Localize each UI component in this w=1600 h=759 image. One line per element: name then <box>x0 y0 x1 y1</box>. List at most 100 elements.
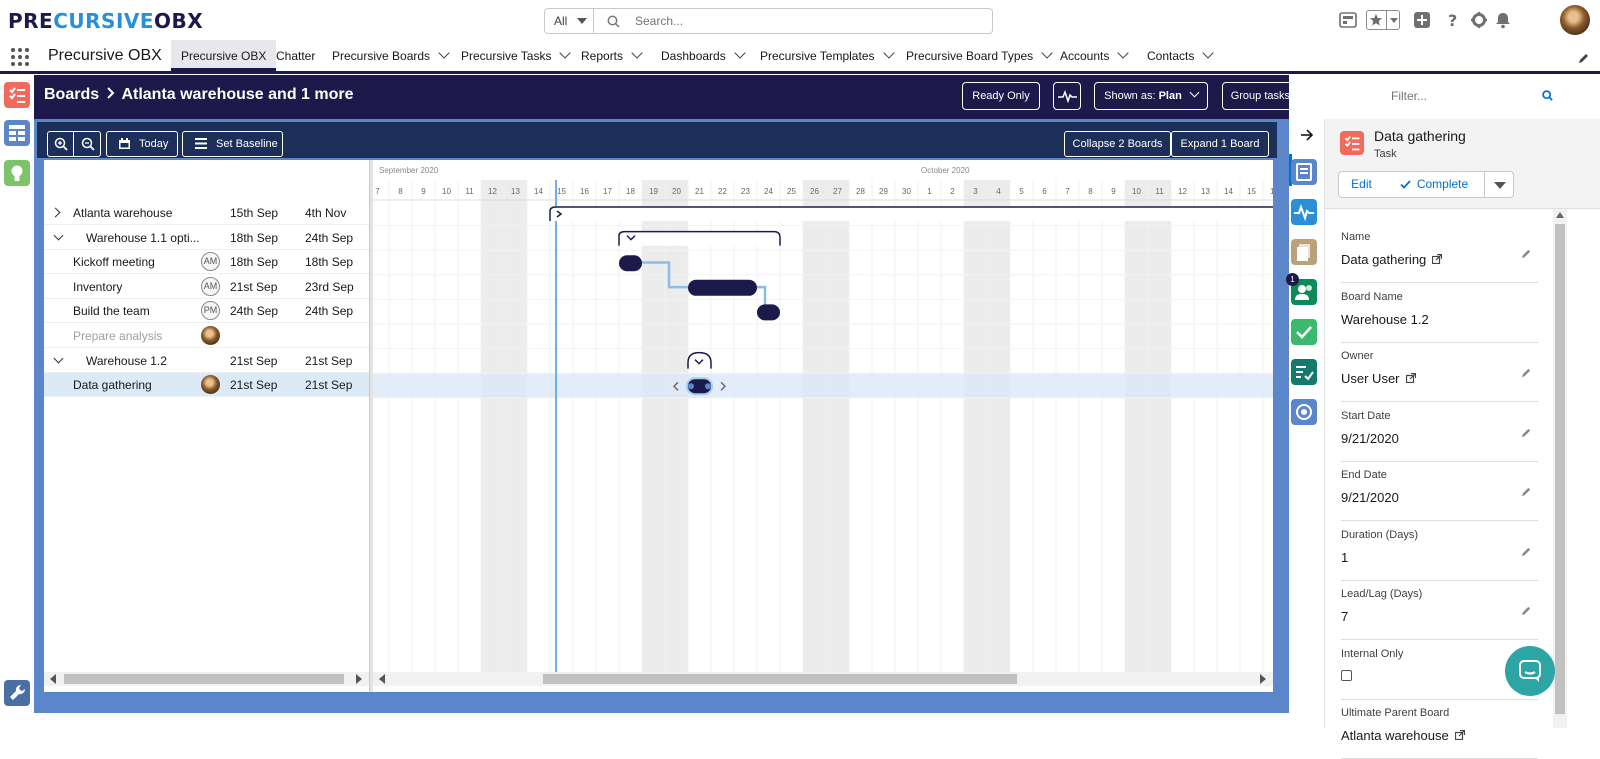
resize-handle-right[interactable] <box>705 383 711 390</box>
field-value[interactable]: Atlanta warehouse <box>1341 728 1465 743</box>
task-row[interactable]: Warehouse 1.2 21st Sep 21st Sep <box>44 349 369 373</box>
edit-pencil-icon[interactable] <box>1521 248 1532 259</box>
dependencies-tab-icon[interactable] <box>1291 359 1317 385</box>
edit-pencil-icon[interactable] <box>1521 367 1532 378</box>
task-row[interactable]: Atlanta warehouse 15th Sep 4th Nov <box>44 201 369 225</box>
details-tab-icon[interactable] <box>1291 159 1317 185</box>
edit-button[interactable]: Edit <box>1338 171 1385 198</box>
shown-as-dropdown[interactable]: Shown as: Plan <box>1094 82 1208 110</box>
nav-tab-chatter[interactable]: Chatter <box>266 40 325 71</box>
today-button[interactable]: Today <box>106 131 178 157</box>
field-value[interactable]: User User <box>1341 371 1416 386</box>
search-scope-select[interactable]: All <box>545 9 594 33</box>
activity-button[interactable] <box>1053 82 1081 110</box>
task-row[interactable]: Prepare analysis <box>44 324 369 348</box>
chevron-down-icon[interactable] <box>1202 47 1215 59</box>
task-list-icon[interactable] <box>4 82 30 108</box>
summary-bar[interactable] <box>549 206 1273 221</box>
external-link-icon[interactable] <box>1405 372 1416 384</box>
help-icon[interactable]: ? <box>1443 10 1463 30</box>
edit-pencil-icon[interactable] <box>1521 486 1532 497</box>
edit-pencil-icon[interactable] <box>1521 427 1532 438</box>
lightbulb-icon[interactable] <box>4 160 30 186</box>
favorites-button[interactable] <box>1366 10 1400 30</box>
nav-tab-precursive-tasks[interactable]: Precursive Tasks <box>451 40 579 71</box>
set-baseline-button[interactable]: Set Baseline <box>182 131 283 157</box>
chevron-down-icon[interactable] <box>1117 47 1130 59</box>
filter-input[interactable]: Filter... <box>1378 82 1563 110</box>
user-avatar[interactable] <box>1560 5 1590 35</box>
nav-tab-precursive-obx[interactable]: Precursive OBX <box>171 40 277 71</box>
chevron-down-icon[interactable] <box>631 47 643 59</box>
documents-tab-icon[interactable] <box>1291 239 1317 265</box>
group-tasks-dropdown[interactable]: Group tasks by: None <box>1222 82 1363 110</box>
chevron-right-icon[interactable] <box>50 207 61 218</box>
task-row[interactable]: Data gathering 21st Sep 21st Sep <box>44 373 369 398</box>
app-launcher-grid-icon[interactable] <box>1338 10 1358 30</box>
field-value[interactable]: Data gathering <box>1341 252 1443 267</box>
external-link-icon[interactable] <box>1432 253 1443 265</box>
nav-tab-accounts[interactable]: Accounts <box>1050 40 1137 71</box>
task-row[interactable]: Inventory AM 21st Sep 23rd Sep <box>44 275 369 299</box>
nav-tab-precursive-boards[interactable]: Precursive Boards <box>322 40 458 71</box>
summary-bar[interactable] <box>618 230 781 246</box>
task-bar[interactable] <box>688 279 757 296</box>
edit-pencil-icon[interactable] <box>1521 605 1532 616</box>
scroll-right-arrow-icon[interactable] <box>356 674 362 684</box>
app-launcher-icon[interactable] <box>10 47 30 67</box>
task-bar[interactable] <box>757 304 780 321</box>
task-row[interactable]: Kickoff meeting AM 18th Sep 18th Sep <box>44 250 369 275</box>
chat-launcher-button[interactable] <box>1505 646 1555 696</box>
nav-tab-contacts[interactable]: Contacts <box>1137 40 1222 71</box>
global-search[interactable]: All Search... <box>544 8 993 34</box>
activity-tab-icon[interactable] <box>1291 199 1317 225</box>
internal-only-checkbox[interactable] <box>1341 669 1352 681</box>
summary-bar[interactable] <box>687 351 712 369</box>
checklist-tab-icon[interactable] <box>1291 319 1317 345</box>
complete-button[interactable]: Complete <box>1384 171 1485 198</box>
bell-icon[interactable] <box>1493 10 1513 30</box>
zoom-out-button[interactable] <box>75 132 101 156</box>
task-bar[interactable] <box>619 255 642 272</box>
more-actions-dropdown[interactable] <box>1484 171 1514 198</box>
nav-tab-precursive-board-types[interactable]: Precursive Board Types <box>896 40 1061 71</box>
timeline-tab-icon[interactable] <box>1291 399 1317 425</box>
scroll-right-arrow-icon[interactable] <box>1260 674 1266 684</box>
ready-only-button[interactable]: Ready Only <box>962 82 1040 110</box>
nav-tab-precursive-templates[interactable]: Precursive Templates <box>750 40 903 71</box>
grid-horizontal-scrollbar[interactable] <box>44 672 369 686</box>
search-input[interactable]: Search... <box>635 9 683 33</box>
chevron-down-icon[interactable] <box>734 47 746 59</box>
chevron-down-icon[interactable] <box>559 47 572 59</box>
app-logo[interactable]: PRECURSIVEOBX <box>8 9 203 33</box>
add-icon[interactable] <box>1412 10 1432 30</box>
board-grid-icon[interactable] <box>4 120 30 146</box>
collapse-boards-button[interactable]: Collapse 2 Boards <box>1064 131 1171 157</box>
chevron-down-icon[interactable] <box>53 353 64 364</box>
collapse-panel-arrow-icon[interactable] <box>1300 129 1314 141</box>
scrollbar-thumb[interactable] <box>1555 224 1565 714</box>
nav-tab-reports[interactable]: Reports <box>571 40 651 71</box>
chart-horizontal-scrollbar[interactable] <box>373 672 1273 686</box>
task-row[interactable]: Warehouse 1.1 opti... 18th Sep 24th Sep <box>44 226 369 250</box>
scroll-left-arrow-icon[interactable] <box>379 674 385 684</box>
resize-handle-left[interactable] <box>688 383 694 390</box>
chevron-down-icon[interactable] <box>882 47 895 59</box>
wrench-icon[interactable] <box>4 680 30 706</box>
chevron-down-icon[interactable] <box>53 230 64 241</box>
detail-vertical-scrollbar[interactable] <box>1553 209 1567 728</box>
gear-icon[interactable] <box>1469 10 1489 30</box>
chevron-down-icon[interactable] <box>438 47 450 59</box>
scrollbar-thumb[interactable] <box>543 674 1017 684</box>
scrollbar-thumb[interactable] <box>64 674 344 684</box>
scroll-up-arrow-icon[interactable] <box>1556 212 1564 218</box>
zoom-in-button[interactable] <box>48 132 74 156</box>
scroll-left-arrow-icon[interactable] <box>50 674 56 684</box>
nav-tab-dashboards[interactable]: Dashboards <box>651 40 754 71</box>
edit-nav-pencil-icon[interactable] <box>1578 52 1590 64</box>
edit-pencil-icon[interactable] <box>1521 546 1532 557</box>
breadcrumb-boards-link[interactable]: Boards <box>44 86 99 103</box>
task-row[interactable]: Build the team PM 24th Sep 24th Sep <box>44 299 369 324</box>
external-link-icon[interactable] <box>1454 729 1465 741</box>
expand-board-button[interactable]: Expand 1 Board <box>1171 131 1269 157</box>
